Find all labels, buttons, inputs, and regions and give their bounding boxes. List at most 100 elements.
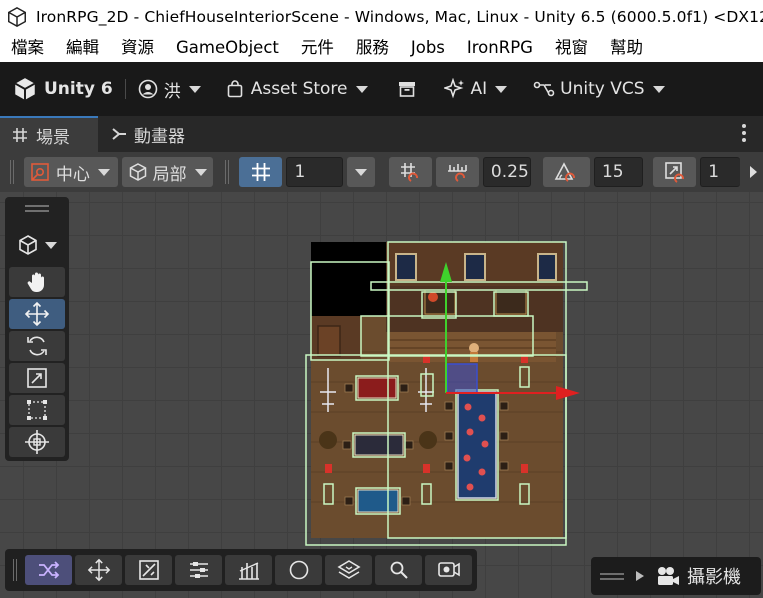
rotate-snap-toggle[interactable] <box>542 157 590 187</box>
overlay-grip-handle[interactable] <box>13 559 18 581</box>
tab-scene-label: 場景 <box>36 127 70 148</box>
scene-toolbar: 中心 局部 1 0.25 15 1 <box>0 152 763 192</box>
rect-transform-icon <box>27 400 47 420</box>
overlay-drag-handle[interactable] <box>25 210 49 212</box>
ai-dropdown[interactable]: AI <box>443 73 508 105</box>
asset-store-dropdown[interactable]: Asset Store <box>227 73 368 105</box>
menu-ironrpg[interactable]: IronRPG <box>456 34 544 62</box>
scene-visibility-toggle[interactable] <box>425 555 472 585</box>
chevron-down-icon <box>45 241 57 249</box>
menu-component[interactable]: 元件 <box>290 34 345 62</box>
hand-tool-button[interactable] <box>9 267 65 297</box>
chevron-down-icon <box>194 168 207 176</box>
hand-icon <box>27 272 44 292</box>
transform-tool-button[interactable] <box>9 427 65 457</box>
package-manager-button[interactable] <box>398 73 416 105</box>
move-handles-toggle[interactable] <box>75 555 122 585</box>
chevron-down-icon <box>652 85 665 93</box>
tab-animator[interactable]: 動畫器 <box>98 116 197 152</box>
layers-toggle[interactable] <box>325 555 372 585</box>
pivot-mode-label: 中心 <box>55 164 90 185</box>
grid-options-dropdown[interactable] <box>347 157 375 187</box>
grid-size-value: 1 <box>294 162 306 182</box>
snap-toggle[interactable] <box>125 555 172 585</box>
view-options-dropdown[interactable] <box>11 230 63 260</box>
drag-handle-icon[interactable] <box>599 570 625 582</box>
move-gizmo[interactable] <box>0 192 763 598</box>
move-snap-field[interactable]: 0.25 <box>482 157 531 187</box>
menu-gameobject[interactable]: GameObject <box>165 34 290 62</box>
transform-space-dropdown[interactable]: 局部 <box>121 157 214 187</box>
grid-size-field[interactable]: 1 <box>286 157 344 187</box>
unity-product-button[interactable]: Unity 6 <box>12 73 113 105</box>
move-snap-toggle[interactable] <box>435 157 479 187</box>
toolbar-overflow-arrow-icon[interactable] <box>744 157 763 187</box>
menu-help[interactable]: 幫助 <box>599 34 654 62</box>
move-snap-value: 0.25 <box>490 162 529 182</box>
scale-snap-toggle[interactable] <box>653 157 697 187</box>
editor-tab-bar: 場景 動畫器 <box>0 116 763 152</box>
rotate-snap-field[interactable]: 15 <box>593 157 644 187</box>
toolbar-grip-handle[interactable] <box>10 160 16 184</box>
chevron-down-icon <box>495 85 508 93</box>
more-options-icon[interactable] <box>742 124 747 142</box>
ruler-snap-icon <box>448 164 468 182</box>
unity-logo-icon <box>8 6 26 28</box>
rect-tool-button[interactable] <box>9 395 65 425</box>
search-toggle[interactable] <box>375 555 422 585</box>
move-arrows-icon <box>24 301 50 327</box>
scale-tool-button[interactable] <box>9 363 65 393</box>
camera-icon <box>658 567 679 585</box>
menu-file[interactable]: 檔案 <box>0 34 55 62</box>
lighting-toggle[interactable] <box>275 555 322 585</box>
vcs-label: Unity VCS <box>560 79 645 99</box>
chevron-down-icon <box>97 168 110 176</box>
scene-viewport[interactable] <box>0 192 763 598</box>
snap-icon <box>138 560 159 580</box>
sliders-icon <box>189 562 208 578</box>
menu-edit[interactable]: 編輯 <box>55 34 110 62</box>
scale-snap-value: 1 <box>708 162 720 182</box>
unity-vcs-dropdown[interactable]: Unity VCS <box>533 73 665 105</box>
chevron-down-icon <box>354 168 367 176</box>
menu-bar: 檔案 編輯 資源 GameObject 元件 服務 Jobs IronRPG 視… <box>0 34 763 62</box>
move-tool-button[interactable] <box>9 299 65 329</box>
tools-overlay <box>5 197 69 461</box>
tab-scene[interactable]: 場景 <box>0 116 98 152</box>
grid-hatch-toggle[interactable] <box>225 555 272 585</box>
transform-icon <box>25 430 49 454</box>
ai-label: AI <box>470 79 488 99</box>
rotate-snap-icon <box>555 162 576 182</box>
camera-overlay[interactable]: 攝影機 <box>591 557 761 595</box>
grid-snap-icon <box>401 163 419 182</box>
rotate-icon <box>27 336 47 356</box>
pivot-mode-dropdown[interactable]: 中心 <box>23 157 118 187</box>
unity-logo-icon <box>14 78 36 100</box>
magnifier-icon <box>390 561 408 579</box>
toolbar-separator <box>124 79 126 99</box>
shuffle-toggle[interactable] <box>25 555 72 585</box>
tab-animator-label: 動畫器 <box>134 126 185 147</box>
toolbar-grip-handle[interactable] <box>225 160 231 184</box>
move-arrows-icon <box>87 558 110 582</box>
sparkle-icon <box>443 78 464 99</box>
rotate-tool-button[interactable] <box>9 331 65 361</box>
menu-services[interactable]: 服務 <box>345 34 400 62</box>
menu-jobs[interactable]: Jobs <box>400 34 456 62</box>
overlay-drag-handle[interactable] <box>25 205 49 207</box>
account-dropdown[interactable]: 洪 <box>138 73 201 105</box>
expand-arrow-icon[interactable] <box>635 570 645 582</box>
menu-window[interactable]: 視窗 <box>544 34 599 62</box>
cube-icon <box>19 235 37 255</box>
moon-icon <box>289 560 308 580</box>
rotate-snap-value: 15 <box>601 162 624 182</box>
sliders-toggle[interactable] <box>175 555 222 585</box>
eye-camera-icon <box>437 562 460 577</box>
local-space-cube-icon <box>129 163 146 181</box>
increment-snap-toggle[interactable] <box>388 157 432 187</box>
scale-snap-field[interactable]: 1 <box>700 157 740 187</box>
chevron-down-icon <box>355 85 368 93</box>
scale-icon <box>27 368 47 388</box>
grid-snapping-toggle[interactable] <box>239 157 283 187</box>
menu-assets[interactable]: 資源 <box>110 34 165 62</box>
